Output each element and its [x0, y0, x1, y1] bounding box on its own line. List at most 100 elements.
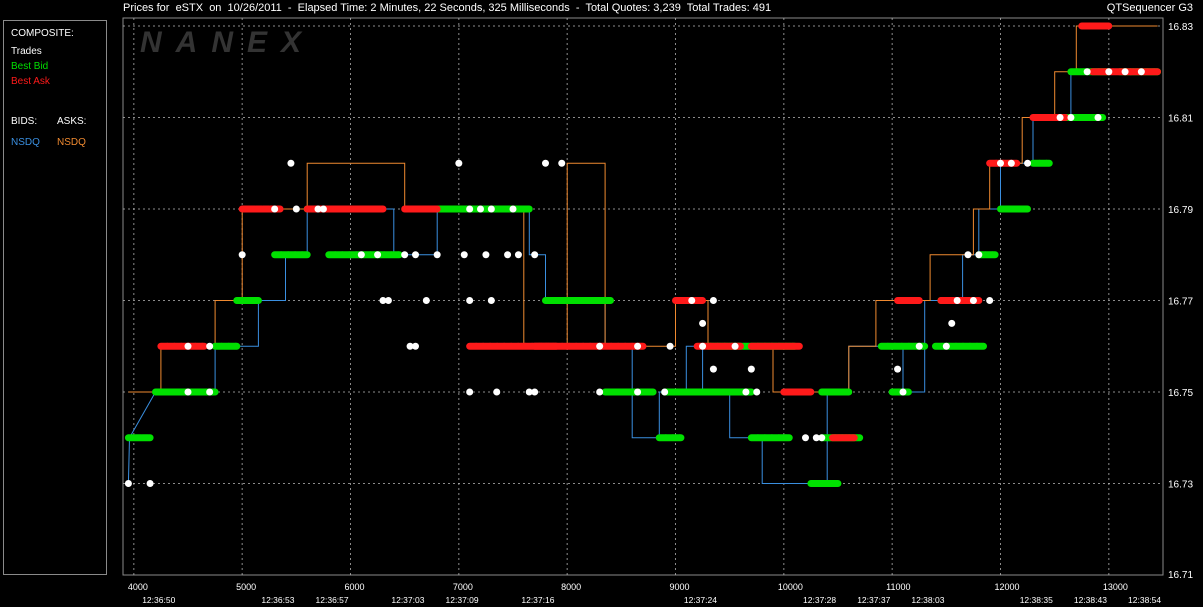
trade-point: [818, 434, 826, 442]
x-tick-label: 6000: [345, 582, 365, 592]
x-tick-label: 9000: [670, 582, 690, 592]
time-label: 12:38:54: [1128, 595, 1161, 605]
time-label: 12:36:57: [316, 595, 349, 605]
trade-point: [531, 251, 539, 259]
trade-point: [1007, 159, 1015, 167]
trade-point: [709, 365, 717, 373]
x-tick-label: 10000: [778, 582, 803, 592]
trade-point: [466, 297, 474, 304]
y-tick-label: 16.79: [1168, 205, 1193, 216]
y-tick-label: 16.73: [1168, 480, 1193, 491]
time-label: 12:38:03: [911, 595, 944, 605]
x-tick-label: 8000: [561, 582, 581, 592]
trade-point: [466, 205, 474, 213]
trade-point: [509, 205, 517, 213]
trade-point: [802, 434, 809, 442]
trade-point: [948, 319, 956, 327]
trade-point: [699, 319, 707, 327]
trade-point: [124, 480, 132, 487]
time-label: 12:37:37: [857, 595, 890, 605]
trade-point: [915, 342, 923, 350]
trade-point: [753, 388, 761, 396]
trade-point: [661, 388, 669, 396]
trade-point: [504, 251, 512, 259]
trade-point: [699, 342, 707, 350]
x-tick-label: 4000: [128, 582, 148, 592]
trade-point: [558, 159, 566, 167]
time-label: 12:37:09: [446, 595, 479, 605]
trade-point: [487, 297, 495, 304]
time-label: 12:38:35: [1020, 595, 1053, 605]
trade-point: [731, 342, 739, 350]
trade-point: [493, 388, 501, 396]
trade-point: [742, 388, 750, 396]
time-label: 12:36:53: [261, 595, 294, 605]
nsdq-bid-line: [127, 71, 1158, 484]
trade-point: [433, 251, 441, 259]
time-label: 12:37:16: [521, 595, 554, 605]
trade-point: [514, 251, 522, 259]
trade-point: [894, 365, 902, 373]
trade-point: [1105, 68, 1113, 76]
trade-point: [357, 251, 365, 259]
plot-frame: [122, 17, 1164, 576]
trade-point: [287, 159, 295, 167]
trade-point: [942, 342, 950, 350]
trade-point: [747, 365, 755, 373]
trade-point: [455, 159, 463, 167]
trade-point: [1024, 159, 1032, 167]
trade-point: [374, 251, 382, 259]
y-tick-label: 16.83: [1168, 22, 1193, 33]
trade-point: [1121, 68, 1129, 76]
trade-point: [384, 297, 392, 304]
trade-point: [422, 297, 430, 304]
trade-point: [542, 159, 549, 167]
y-tick-label: 16.81: [1168, 114, 1193, 125]
trade-point: [466, 388, 474, 396]
trade-point: [482, 251, 490, 259]
trade-point: [184, 342, 192, 350]
trade-point: [412, 251, 419, 259]
time-label: 12:36:50: [142, 595, 175, 605]
trade-point: [1137, 68, 1145, 76]
trade-point: [997, 159, 1004, 167]
trade-point: [1094, 114, 1102, 121]
trade-point: [964, 251, 972, 259]
trade-point: [401, 251, 409, 259]
x-tick-label: 12000: [995, 582, 1020, 592]
trade-point: [271, 205, 279, 213]
trade-point: [986, 297, 994, 304]
watermark: NANEX: [140, 26, 315, 59]
x-tick-label: 11000: [886, 582, 910, 592]
y-tick-label: 16.77: [1168, 297, 1193, 308]
trade-point: [596, 342, 604, 350]
trade-point: [634, 388, 642, 396]
trade-point: [412, 342, 419, 350]
trade-point: [634, 342, 642, 350]
trade-point: [184, 388, 192, 396]
trade-point: [969, 297, 977, 304]
y-tick-label-bottom: 16.71: [1168, 570, 1193, 581]
trade-point: [206, 388, 214, 396]
trade-point: [709, 297, 717, 304]
trade-point: [1083, 68, 1091, 76]
trade-point: [292, 205, 300, 213]
x-tick-label: 5000: [236, 582, 256, 592]
trade-point: [206, 342, 214, 350]
trade-point: [596, 388, 604, 396]
trade-point: [666, 342, 674, 350]
trade-point: [1056, 114, 1064, 121]
trade-point: [688, 297, 696, 304]
trade-point: [953, 297, 961, 304]
x-tick-label: 7000: [453, 582, 473, 592]
trade-point: [238, 251, 246, 259]
time-label: 12:37:28: [803, 595, 836, 605]
trade-point: [531, 388, 539, 396]
trade-point: [460, 251, 468, 259]
trade-point: [487, 205, 495, 213]
x-tick-label: 13000: [1103, 582, 1128, 592]
trade-point: [1067, 114, 1075, 121]
time-label: 12:37:03: [391, 595, 424, 605]
y-tick-label: 16.75: [1168, 388, 1193, 399]
trade-point: [319, 205, 327, 213]
